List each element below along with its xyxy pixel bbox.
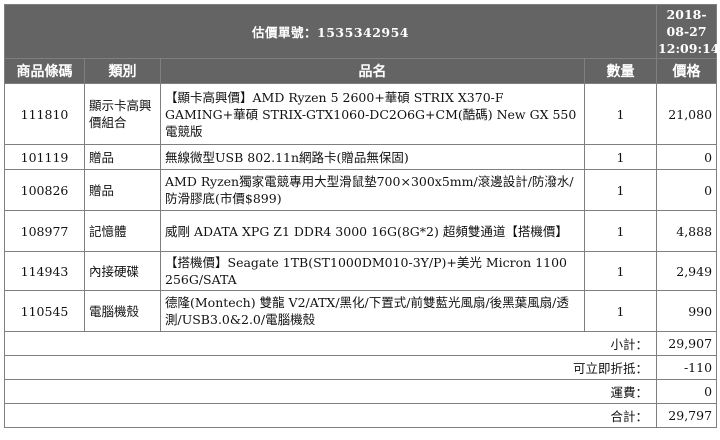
item-price: 21,080 (656, 83, 718, 145)
item-qty: 1 (583, 169, 658, 211)
item-price: 0 (656, 169, 718, 211)
item-price: 990 (656, 290, 718, 332)
item-category: 記憶體 (84, 210, 161, 252)
shipping-value: 0 (656, 379, 718, 404)
subtotal-value: 29,907 (656, 331, 718, 356)
item-category: 內接硬碟 (84, 251, 161, 291)
item-price: 0 (656, 144, 718, 170)
item-category: 顯示卡高興價組合 (84, 83, 161, 145)
item-name: 無線微型USB 802.11n網路卡(贈品無保固) (160, 144, 585, 170)
summary-row-subtotal: 小計： 29,907 (3, 331, 718, 356)
item-category: 贈品 (84, 169, 161, 211)
item-code: 108977 (4, 210, 85, 252)
item-name: 德隆(Montech) 雙龍 V2/ATX/黑化/下置式/前雙藍光風扇/後黑葉風… (160, 290, 585, 332)
discount-label: 可立即折抵： (3, 355, 658, 380)
table-row: 114943 內接硬碟 【搭機價】Seagate 1TB(ST1000DM010… (4, 251, 718, 291)
item-category: 電腦機殼 (84, 290, 161, 332)
summary-row-shipping: 運費： 0 (3, 379, 718, 404)
subtotal-label: 小計： (3, 331, 658, 356)
table-row: 101119 贈品 無線微型USB 802.11n網路卡(贈品無保固) 1 0 (4, 144, 718, 170)
col-header-price: 價格 (656, 58, 718, 84)
item-price: 2,949 (656, 251, 718, 291)
table-row: 111810 顯示卡高興價組合 【顯卡高興價】AMD Ryzen 5 2600+… (4, 83, 718, 145)
item-code: 101119 (4, 144, 85, 170)
total-label: 合計： (3, 403, 658, 428)
item-name: AMD Ryzen獨家電競專用大型滑鼠墊700×300x5mm/滾邊設計/防潑水… (160, 169, 585, 211)
col-header-code: 商品條碼 (4, 58, 85, 84)
item-qty: 1 (583, 290, 658, 332)
quote-time: 12:09:14 (658, 41, 720, 56)
item-name: 【搭機價】Seagate 1TB(ST1000DM010-3Y/P)+美光 Mi… (160, 251, 585, 291)
item-qty: 1 (583, 83, 658, 145)
quote-datetime: 2018-08-27 12:09:14 (656, 4, 720, 59)
item-price: 4,888 (656, 210, 718, 252)
summary-row-total: 合計： 29,797 (3, 403, 718, 428)
quote-number-title: 估價單號：1535342954 (3, 4, 658, 59)
item-qty: 1 (583, 210, 658, 252)
item-qty: 1 (583, 251, 658, 291)
col-header-category: 類別 (84, 58, 161, 84)
quotation-table: 估價單號：1535342954 2018-08-27 12:09:14 商品條碼… (3, 4, 720, 428)
item-name: 威剛 ADATA XPG Z1 DDR4 3000 16G(8G*2) 超頻雙通… (160, 210, 585, 252)
discount-value: -110 (656, 355, 718, 380)
item-qty: 1 (583, 144, 658, 170)
item-name: 【顯卡高興價】AMD Ryzen 5 2600+華碩 STRIX X370-F … (160, 83, 585, 145)
col-header-name: 品名 (160, 58, 585, 84)
table-row: 110545 電腦機殼 德隆(Montech) 雙龍 V2/ATX/黑化/下置式… (4, 290, 718, 332)
item-category: 贈品 (84, 144, 161, 170)
item-code: 114943 (4, 251, 85, 291)
table-row: 100826 贈品 AMD Ryzen獨家電競專用大型滑鼠墊700×300x5m… (4, 169, 718, 211)
quote-date: 2018-08-27 (666, 7, 707, 39)
table-row: 108977 記憶體 威剛 ADATA XPG Z1 DDR4 3000 16G… (4, 210, 718, 252)
item-code: 110545 (4, 290, 85, 332)
item-code: 111810 (4, 83, 85, 145)
col-header-qty: 數量 (583, 58, 658, 84)
summary-row-discount: 可立即折抵： -110 (3, 355, 718, 380)
total-value: 29,797 (656, 403, 718, 428)
item-code: 100826 (4, 169, 85, 211)
shipping-label: 運費： (3, 379, 658, 404)
